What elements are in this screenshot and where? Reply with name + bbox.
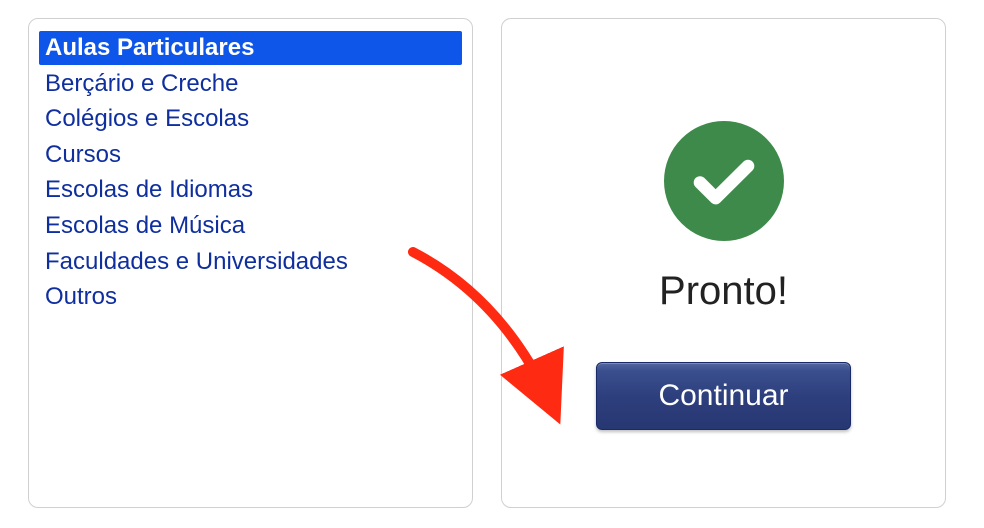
- check-icon: [688, 145, 760, 217]
- category-item-aulas-particulares[interactable]: Aulas Particulares: [39, 31, 462, 65]
- category-item-cursos[interactable]: Cursos: [39, 138, 462, 172]
- category-panel: Aulas Particulares Berçário e Creche Col…: [28, 18, 473, 508]
- category-list: Aulas Particulares Berçário e Creche Col…: [39, 31, 462, 314]
- continue-button[interactable]: Continuar: [596, 362, 851, 430]
- success-check-icon: [664, 121, 784, 241]
- category-item-escolas-musica[interactable]: Escolas de Música: [39, 209, 462, 243]
- category-item-faculdades-universidades[interactable]: Faculdades e Universidades: [39, 245, 462, 279]
- category-item-colegios-escolas[interactable]: Colégios e Escolas: [39, 102, 462, 136]
- category-item-outros[interactable]: Outros: [39, 280, 462, 314]
- category-item-bercario-creche[interactable]: Berçário e Creche: [39, 67, 462, 101]
- panels-container: Aulas Particulares Berçário e Creche Col…: [28, 18, 956, 508]
- category-item-escolas-idiomas[interactable]: Escolas de Idiomas: [39, 173, 462, 207]
- confirmation-panel: Pronto! Continuar: [501, 18, 946, 508]
- ready-label: Pronto!: [659, 269, 788, 314]
